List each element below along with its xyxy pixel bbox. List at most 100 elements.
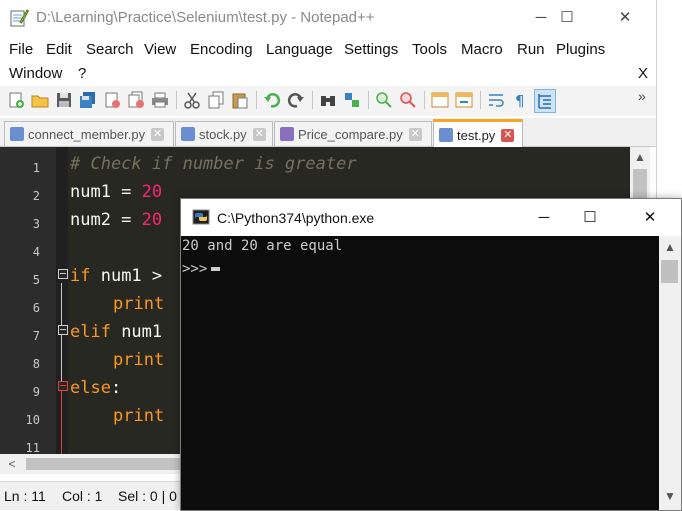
code-line-10: print xyxy=(113,406,164,426)
tab-close-icon[interactable]: ✕ xyxy=(151,127,165,141)
fold-margin xyxy=(56,147,68,454)
file-icon xyxy=(10,127,24,141)
code-text: : xyxy=(110,378,122,398)
redo-icon[interactable] xyxy=(286,89,306,111)
line-number: 5 xyxy=(32,273,40,287)
tab-label: Price_compare.py xyxy=(298,126,403,142)
line-number: 7 xyxy=(32,329,40,343)
tab-label: test.py xyxy=(457,127,496,143)
toolbar-separator xyxy=(256,91,257,109)
fold-toggle-icon[interactable] xyxy=(58,269,68,279)
line-number: 9 xyxy=(32,385,40,399)
word-wrap-icon[interactable] xyxy=(486,89,506,111)
tab-close-icon[interactable]: ✕ xyxy=(501,128,515,142)
maximize-button[interactable]: ☐ xyxy=(544,0,590,36)
menu-plugins[interactable]: Plugins xyxy=(556,41,605,58)
toolbar-separator xyxy=(480,91,481,109)
menu-macro[interactable]: Macro xyxy=(461,41,503,58)
file-icon xyxy=(280,127,294,141)
console-maximize-button[interactable]: ☐ xyxy=(567,199,613,236)
code-keyword: print xyxy=(113,406,165,426)
close-file-icon[interactable] xyxy=(102,89,122,111)
notepad-app-icon xyxy=(10,9,29,27)
code-keyword: print xyxy=(113,294,165,314)
console-vertical-scrollbar[interactable]: ▲ ▼ xyxy=(659,236,681,510)
tab-test[interactable]: test.py ✕ xyxy=(433,119,523,148)
fold-toggle-icon[interactable] xyxy=(58,325,68,335)
menu-search[interactable]: Search xyxy=(86,41,134,58)
menu-language[interactable]: Language xyxy=(266,41,333,58)
show-all-characters-icon[interactable]: ¶ xyxy=(510,89,530,111)
scroll-up-icon[interactable]: ▲ xyxy=(660,237,680,257)
scroll-up-icon[interactable]: ▲ xyxy=(630,147,650,167)
text-cursor xyxy=(211,267,221,271)
code-line-2: num1 = 20 xyxy=(70,182,162,202)
save-all-icon[interactable] xyxy=(78,89,98,111)
line-number: 4 xyxy=(32,245,40,259)
status-column: Col : 1 xyxy=(62,488,103,504)
new-file-icon[interactable] xyxy=(6,89,26,111)
print-icon[interactable] xyxy=(150,89,170,111)
menu-bar: File Edit Search View Encoding Language … xyxy=(0,38,656,86)
toolbar-separator xyxy=(424,91,425,109)
tab-label: connect_member.py xyxy=(28,126,146,142)
open-file-icon[interactable] xyxy=(30,89,50,111)
close-all-icon[interactable] xyxy=(126,89,146,111)
tab-close-icon[interactable]: ✕ xyxy=(408,127,422,141)
find-icon[interactable] xyxy=(318,89,338,111)
code-text: num1 xyxy=(110,322,163,342)
code-text: num1 > xyxy=(90,266,163,286)
tab-connect-member[interactable]: connect_member.py ✕ xyxy=(4,121,174,146)
tab-stock[interactable]: stock.py ✕ xyxy=(175,121,273,146)
sync-vertical-icon[interactable] xyxy=(430,89,450,111)
scroll-thumb[interactable] xyxy=(26,458,180,470)
menu-file[interactable]: File xyxy=(9,41,33,58)
replace-icon[interactable] xyxy=(342,89,362,111)
save-icon[interactable] xyxy=(54,89,74,111)
status-line: Ln : 11 xyxy=(4,488,46,504)
zoom-out-icon[interactable] xyxy=(398,89,418,111)
close-document-button[interactable]: X xyxy=(638,65,648,82)
code-number: 20 xyxy=(141,182,163,202)
menu-edit[interactable]: Edit xyxy=(46,41,72,58)
menu-encoding[interactable]: Encoding xyxy=(190,41,253,58)
copy-icon[interactable] xyxy=(206,89,226,111)
fold-toggle-icon[interactable] xyxy=(58,381,68,391)
code-text: num2 = xyxy=(70,210,142,230)
menu-help[interactable]: ? xyxy=(78,65,86,82)
cut-icon[interactable] xyxy=(182,89,202,111)
scroll-thumb[interactable] xyxy=(661,260,678,283)
code-keyword: else xyxy=(70,378,111,398)
menu-view[interactable]: View xyxy=(144,41,176,58)
fold-guide-line-active xyxy=(61,387,62,454)
scroll-left-icon[interactable]: < xyxy=(2,454,22,474)
menu-window[interactable]: Window xyxy=(9,65,62,82)
sync-horizontal-icon[interactable] xyxy=(454,89,474,111)
toolbar-overflow-icon[interactable]: » xyxy=(638,88,646,104)
indent-guide-icon[interactable] xyxy=(534,89,556,113)
tab-close-icon[interactable]: ✕ xyxy=(252,127,266,141)
paste-icon[interactable] xyxy=(230,89,250,111)
menu-settings[interactable]: Settings xyxy=(344,41,398,58)
tab-label: stock.py xyxy=(199,126,247,142)
menu-tools[interactable]: Tools xyxy=(412,41,447,58)
zoom-in-icon[interactable] xyxy=(374,89,394,111)
scroll-down-icon[interactable]: ▼ xyxy=(660,486,680,506)
console-close-button[interactable]: ✕ xyxy=(627,199,673,236)
file-icon xyxy=(439,128,453,142)
close-button[interactable]: ✕ xyxy=(602,0,648,36)
console-output[interactable]: 20 and 20 are equal >>> xyxy=(181,236,659,510)
code-line-9: else: xyxy=(70,378,121,398)
line-number: 2 xyxy=(32,189,40,203)
console-minimize-button[interactable]: ─ xyxy=(521,199,567,236)
line-number: 11 xyxy=(25,441,40,454)
code-line-5: if num1 > xyxy=(70,266,162,286)
svg-text:¶: ¶ xyxy=(515,92,525,109)
line-number: 10 xyxy=(25,413,40,427)
code-number: 20 xyxy=(141,210,163,230)
line-number: 8 xyxy=(32,357,40,371)
undo-icon[interactable] xyxy=(262,89,282,111)
menu-run[interactable]: Run xyxy=(517,41,545,58)
python-console-window[interactable]: C:\Python374\python.exe ─ ☐ ✕ 20 and 20 … xyxy=(180,198,682,511)
tab-price-compare[interactable]: Price_compare.py ✕ xyxy=(274,121,432,146)
